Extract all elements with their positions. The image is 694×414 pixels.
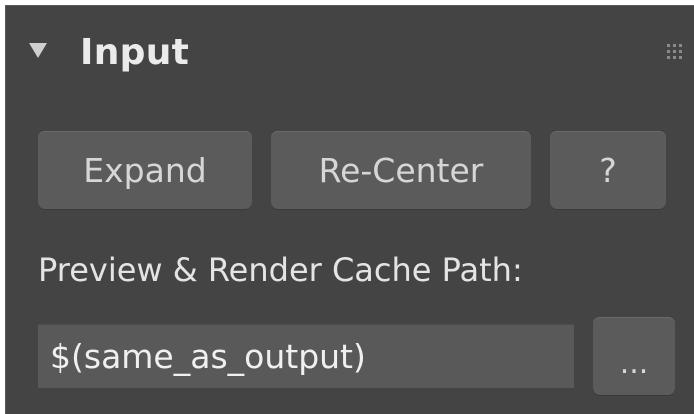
recenter-button[interactable]: Re-Center [271,131,531,209]
cache-path-label: Preview & Render Cache Path: [38,251,523,289]
triangle-down-icon[interactable] [29,43,47,58]
rollout-title: Input [80,32,190,73]
cache-path-input[interactable] [38,324,574,388]
browse-button[interactable]: ... [593,317,675,395]
rollout-header[interactable]: Input [5,5,694,97]
drag-grip-icon[interactable] [667,44,685,62]
expand-button[interactable]: Expand [38,131,252,209]
help-button[interactable]: ? [550,131,666,209]
input-rollout-panel: Input Expand Re-Center ? Preview & Rende… [5,5,694,414]
